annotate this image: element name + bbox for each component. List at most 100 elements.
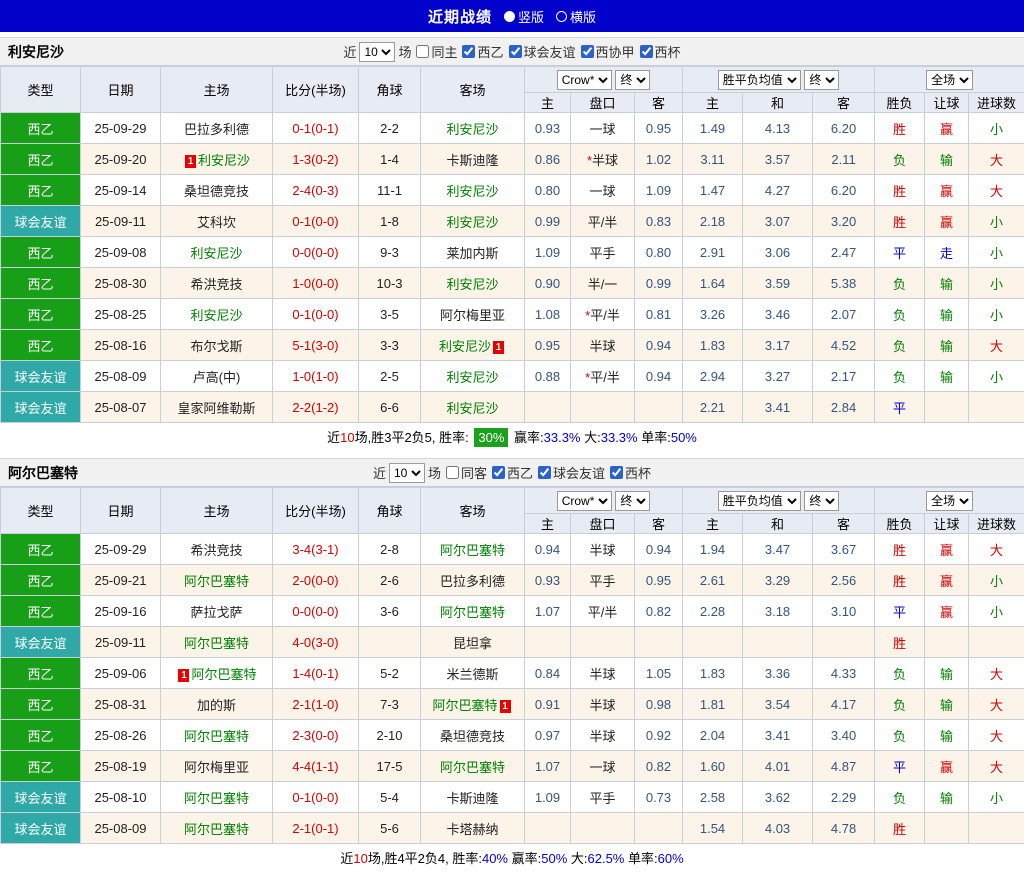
team-name[interactable]: 利安尼沙 xyxy=(439,339,491,354)
filter-checkbox-同主[interactable]: 同主 xyxy=(416,42,457,61)
team-name[interactable]: 希洪竞技 xyxy=(190,277,242,292)
radio-vertical-icon[interactable] xyxy=(504,11,515,22)
team-name[interactable]: 利安尼沙 xyxy=(190,308,242,323)
filter-checkbox-input[interactable] xyxy=(640,45,653,58)
score-link[interactable]: 3-4(3-1) xyxy=(292,542,338,557)
team-name[interactable]: 利安尼沙 xyxy=(446,184,498,199)
avg-draw-cell: 4.01 xyxy=(743,751,813,782)
filter-checkbox-input[interactable] xyxy=(610,466,623,479)
score-link[interactable]: 2-2(1-2) xyxy=(292,400,338,415)
team-name[interactable]: 卡斯迪隆 xyxy=(446,153,498,168)
score-link[interactable]: 0-0(0-0) xyxy=(292,604,338,619)
scope-select[interactable]: 全场 xyxy=(926,491,973,511)
team-name[interactable]: 阿尔巴塞特 xyxy=(440,543,505,558)
team-name[interactable]: 布尔戈斯 xyxy=(190,339,242,354)
score-link[interactable]: 2-3(0-0) xyxy=(292,728,338,743)
odds-time-select[interactable]: 终 xyxy=(615,491,650,511)
team-name[interactable]: 卡塔赫纳 xyxy=(446,822,498,837)
filter-checkbox-input[interactable] xyxy=(509,45,522,58)
score-link[interactable]: 4-4(1-1) xyxy=(292,759,338,774)
score-link[interactable]: 1-4(0-1) xyxy=(292,666,338,681)
team-name[interactable]: 巴拉多利德 xyxy=(440,574,505,589)
result-outcome-cell: 平 xyxy=(875,392,925,423)
filter-checkbox-input[interactable] xyxy=(581,45,594,58)
team-name[interactable]: 莱加内斯 xyxy=(446,246,498,261)
team-name[interactable]: 阿尔巴塞特 xyxy=(432,698,497,713)
team-name[interactable]: 桑坦德竞技 xyxy=(184,184,249,199)
filter-checkbox-同客[interactable]: 同客 xyxy=(446,463,487,482)
result-outcome-cell: 胜 xyxy=(875,627,925,658)
filter-checkbox-西乙[interactable]: 西乙 xyxy=(492,463,533,482)
team-name[interactable]: 萨拉戈萨 xyxy=(190,605,242,620)
score-link[interactable]: 0-1(0-0) xyxy=(292,307,338,322)
layout-vertical-option[interactable]: 竖版 xyxy=(504,7,544,26)
score-link[interactable]: 2-1(0-1) xyxy=(292,821,338,836)
corner-cell: 17-5 xyxy=(359,751,421,782)
team-name[interactable]: 利安尼沙 xyxy=(446,401,498,416)
avg-type-select[interactable]: 胜平负均值 xyxy=(718,70,801,90)
team-name[interactable]: 艾科坎 xyxy=(197,215,236,230)
score-link[interactable]: 0-1(0-1) xyxy=(292,121,338,136)
team-name[interactable]: 阿尔梅里亚 xyxy=(184,760,249,775)
team-name[interactable]: 阿尔巴塞特 xyxy=(184,791,249,806)
score-link[interactable]: 2-4(0-3) xyxy=(292,183,338,198)
filter-checkbox-西杯[interactable]: 西杯 xyxy=(640,42,681,61)
team-name[interactable]: 昆坦拿 xyxy=(453,636,492,651)
filter-checkbox-input[interactable] xyxy=(492,466,505,479)
recent-count-select[interactable]: 10 xyxy=(389,463,425,483)
avg-type-select[interactable]: 胜平负均值 xyxy=(718,491,801,511)
team-name[interactable]: 阿尔梅里亚 xyxy=(440,308,505,323)
avg-home-cell: 2.58 xyxy=(683,782,743,813)
filter-checkbox-球会友谊[interactable]: 球会友谊 xyxy=(538,463,605,482)
team-name[interactable]: 希洪竞技 xyxy=(190,543,242,558)
score-link[interactable]: 0-1(0-0) xyxy=(292,214,338,229)
team-name[interactable]: 利安尼沙 xyxy=(446,370,498,385)
team-name[interactable]: 卢高(中) xyxy=(193,370,241,385)
score-link[interactable]: 1-0(1-0) xyxy=(292,369,338,384)
team-name[interactable]: 米兰德斯 xyxy=(446,667,498,682)
score-link[interactable]: 2-0(0-0) xyxy=(292,573,338,588)
score-link[interactable]: 0-1(0-0) xyxy=(292,790,338,805)
scope-select[interactable]: 全场 xyxy=(926,70,973,90)
team-name[interactable]: 阿尔巴塞特 xyxy=(440,760,505,775)
team-name[interactable]: 利安尼沙 xyxy=(446,277,498,292)
filter-checkbox-input[interactable] xyxy=(416,45,429,58)
team-name[interactable]: 阿尔巴塞特 xyxy=(440,605,505,620)
team-name[interactable]: 阿尔巴塞特 xyxy=(184,636,249,651)
team-name[interactable]: 阿尔巴塞特 xyxy=(184,729,249,744)
team-name[interactable]: 利安尼沙 xyxy=(446,122,498,137)
odds-company-select[interactable]: Crow* xyxy=(557,491,612,511)
team-name[interactable]: 巴拉多利德 xyxy=(184,122,249,137)
score-link[interactable]: 4-0(3-0) xyxy=(292,635,338,650)
avg-away-cell: 2.47 xyxy=(813,237,875,268)
recent-count-select[interactable]: 10 xyxy=(359,42,395,62)
score-link[interactable]: 2-1(1-0) xyxy=(292,697,338,712)
score-link[interactable]: 1-3(0-2) xyxy=(292,152,338,167)
team-name[interactable]: 阿尔巴塞特 xyxy=(184,822,249,837)
avg-time-select[interactable]: 终 xyxy=(804,70,839,90)
team-name[interactable]: 利安尼沙 xyxy=(198,153,250,168)
score-link[interactable]: 5-1(3-0) xyxy=(292,338,338,353)
team-name[interactable]: 阿尔巴塞特 xyxy=(184,574,249,589)
filter-checkbox-西乙[interactable]: 西乙 xyxy=(462,42,503,61)
filter-checkbox-球会友谊[interactable]: 球会友谊 xyxy=(509,42,576,61)
filter-checkbox-input[interactable] xyxy=(446,466,459,479)
filter-checkbox-西杯[interactable]: 西杯 xyxy=(610,463,651,482)
team-name[interactable]: 桑坦德竞技 xyxy=(440,729,505,744)
avg-time-select[interactable]: 终 xyxy=(804,491,839,511)
team-name[interactable]: 加的斯 xyxy=(197,698,236,713)
filter-checkbox-input[interactable] xyxy=(538,466,551,479)
team-name[interactable]: 阿尔巴塞特 xyxy=(191,667,256,682)
filter-checkbox-input[interactable] xyxy=(462,45,475,58)
team-name[interactable]: 卡斯迪隆 xyxy=(446,791,498,806)
layout-horizontal-option[interactable]: 横版 xyxy=(556,7,596,26)
filter-checkbox-西协甲[interactable]: 西协甲 xyxy=(581,42,635,61)
score-link[interactable]: 1-0(0-0) xyxy=(292,276,338,291)
score-link[interactable]: 0-0(0-0) xyxy=(292,245,338,260)
team-name[interactable]: 利安尼沙 xyxy=(190,246,242,261)
odds-time-select[interactable]: 终 xyxy=(615,70,650,90)
team-name[interactable]: 皇家阿维勒斯 xyxy=(177,401,255,416)
odds-company-select[interactable]: Crow* xyxy=(557,70,612,90)
team-name[interactable]: 利安尼沙 xyxy=(446,215,498,230)
radio-horizontal-icon[interactable] xyxy=(556,11,567,22)
